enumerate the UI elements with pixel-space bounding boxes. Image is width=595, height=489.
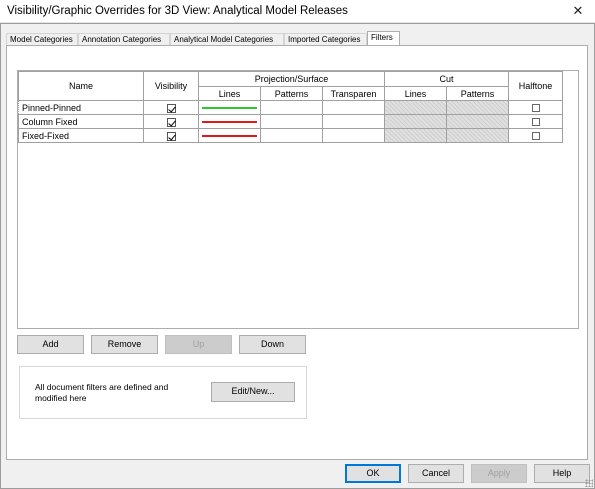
column-header-projection-lines[interactable]: Lines <box>198 86 261 101</box>
column-group-cut: Cut <box>384 71 509 87</box>
column-header-name[interactable]: Name <box>18 71 144 101</box>
projection-transparency-cell[interactable] <box>322 128 385 143</box>
cancel-button[interactable]: Cancel <box>408 464 464 483</box>
halftone-cell[interactable] <box>508 128 563 143</box>
projection-lines-cell[interactable] <box>198 128 261 143</box>
table-row[interactable]: Fixed-Fixed <box>18 128 563 143</box>
add-button[interactable]: Add <box>17 335 84 354</box>
column-group-projection-surface: Projection/Surface <box>198 71 385 87</box>
apply-button[interactable]: Apply <box>471 464 527 483</box>
cut-lines-cell <box>384 128 447 143</box>
visibility-checkbox[interactable] <box>166 131 176 141</box>
projection-transparency-cell[interactable] <box>322 100 385 115</box>
window-title: Visibility/Graphic Overrides for 3D View… <box>7 5 348 17</box>
edit-filters-description: All document filters are defined and mod… <box>35 382 169 403</box>
cut-patterns-cell <box>446 114 509 129</box>
column-header-cut-patterns[interactable]: Patterns <box>446 86 509 101</box>
visibility-cell[interactable] <box>143 114 199 129</box>
table-row[interactable]: Column Fixed <box>18 114 563 129</box>
line-color-swatch <box>202 134 257 137</box>
projection-patterns-cell[interactable] <box>260 100 323 115</box>
up-button[interactable]: Up <box>165 335 232 354</box>
halftone-checkbox[interactable] <box>531 118 540 127</box>
visibility-cell[interactable] <box>143 128 199 143</box>
cut-lines-cell <box>384 114 447 129</box>
halftone-checkbox[interactable] <box>531 132 540 141</box>
column-header-projection-transparency[interactable]: Transparen <box>322 86 385 101</box>
filters-panel: Name Visibility Projection/Surface Cut H… <box>6 45 588 460</box>
cut-patterns-cell <box>446 100 509 115</box>
remove-button[interactable]: Remove <box>91 335 158 354</box>
halftone-checkbox[interactable] <box>531 104 540 113</box>
edit-new-button[interactable]: Edit/New... <box>211 382 295 402</box>
table-row[interactable]: Pinned-Pinned <box>18 100 563 115</box>
filter-name-cell[interactable]: Fixed-Fixed <box>18 128 144 143</box>
filter-name-cell[interactable]: Pinned-Pinned <box>18 100 144 115</box>
projection-lines-cell[interactable] <box>198 100 261 115</box>
line-color-swatch <box>202 106 257 109</box>
ok-button[interactable]: OK <box>345 464 401 483</box>
cut-patterns-cell <box>446 128 509 143</box>
column-header-visibility[interactable]: Visibility <box>143 71 199 101</box>
line-color-swatch <box>202 120 257 123</box>
column-header-projection-patterns[interactable]: Patterns <box>260 86 323 101</box>
column-header-halftone[interactable]: Halftone <box>508 71 563 101</box>
projection-lines-cell[interactable] <box>198 114 261 129</box>
projection-patterns-cell[interactable] <box>260 128 323 143</box>
close-icon[interactable]: ✕ <box>561 0 595 23</box>
column-header-cut-lines[interactable]: Lines <box>384 86 447 101</box>
projection-transparency-cell[interactable] <box>322 114 385 129</box>
filter-name-cell[interactable]: Column Fixed <box>18 114 144 129</box>
visibility-checkbox[interactable] <box>166 103 176 113</box>
edit-filters-group: All document filters are defined and mod… <box>19 366 307 419</box>
resize-grip[interactable] <box>585 479 593 487</box>
visibility-cell[interactable] <box>143 100 199 115</box>
filters-grid: Name Visibility Projection/Surface Cut H… <box>17 70 579 329</box>
projection-patterns-cell[interactable] <box>260 114 323 129</box>
halftone-cell[interactable] <box>508 100 563 115</box>
filters-table: Name Visibility Projection/Surface Cut H… <box>18 71 563 143</box>
title-bar: Visibility/Graphic Overrides for 3D View… <box>0 0 595 23</box>
down-button[interactable]: Down <box>239 335 306 354</box>
halftone-cell[interactable] <box>508 114 563 129</box>
visibility-checkbox[interactable] <box>166 117 176 127</box>
help-button[interactable]: Help <box>534 464 590 483</box>
cut-lines-cell <box>384 100 447 115</box>
